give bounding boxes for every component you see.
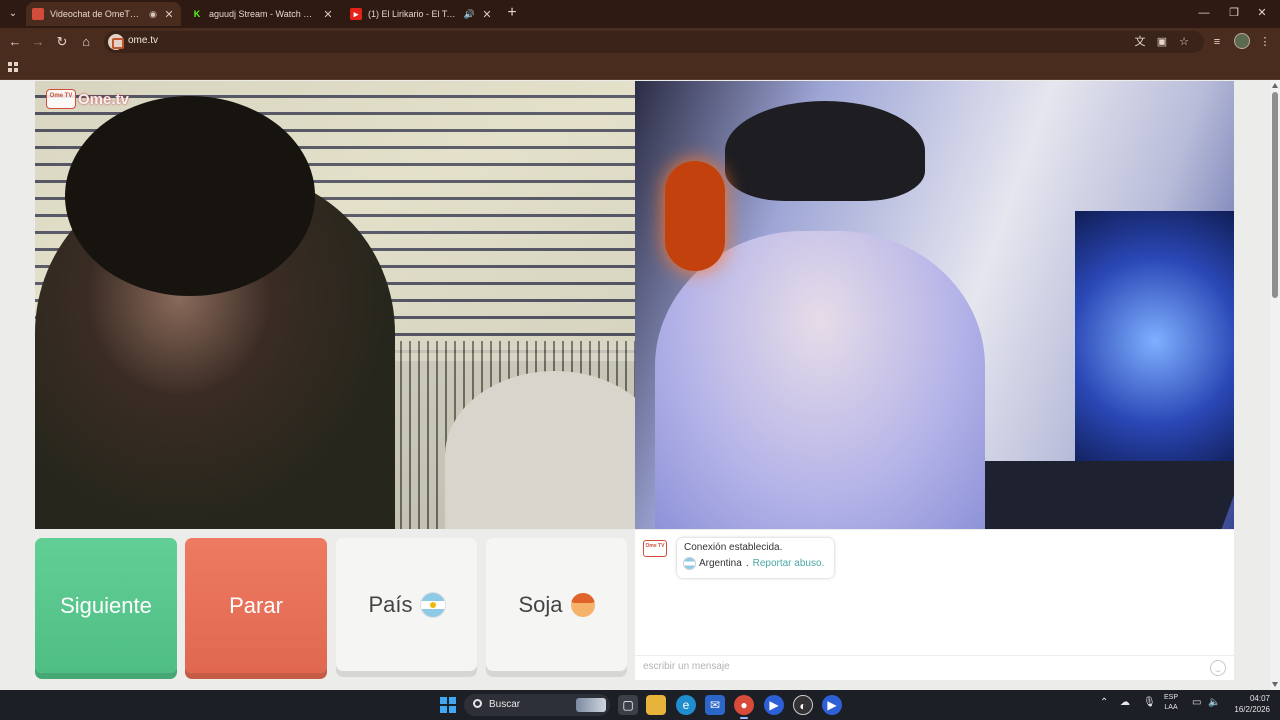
keyboard-layout: LAA [1164,704,1178,711]
obs-icon[interactable]: ◐ [793,695,813,715]
video-hair [65,96,315,296]
language-indicator[interactable]: ESP LAA [1164,693,1178,713]
edge-icon[interactable]: e [676,695,696,715]
reload-button[interactable]: ↻ [53,33,71,51]
menu-icon[interactable]: ⋮ [1256,33,1274,51]
scrollbar-thumb[interactable] [1272,92,1278,298]
home-icon[interactable]: ⌂ [77,33,95,51]
chat-panel: Ome TV Conexión establecida. Argentina .… [635,530,1234,680]
cast-icon[interactable]: ▣ [1154,34,1170,50]
ometv-chat-icon: Ome TV [643,540,667,557]
page-scrollbar[interactable] [1270,80,1280,690]
country-name: Argentina [699,558,742,569]
ometv-logo-text: Ome.tv [78,90,129,108]
apps-grid-icon[interactable] [8,62,18,72]
url-text: ome.tv [128,35,159,46]
kick-favicon-icon: K [191,8,203,20]
tab-title: (1) El Lirikario - El Toxico (Audio) [368,9,458,19]
language-code: ESP [1164,694,1179,701]
app-icon[interactable]: ▶ [764,695,784,715]
ometv-logo: Ome TV Ome.tv [46,88,129,110]
gender-button-label: Soja [518,591,563,617]
profile-avatar[interactable] [1234,33,1250,49]
emoji-icon[interactable] [1210,660,1226,676]
tray-chevron-icon[interactable]: ⌃ [1100,697,1108,708]
tab-strip: ⌄ Videochat de OmeTV: una alternativa ◉ … [0,0,1280,28]
volume-icon[interactable]: 🔈 [1208,697,1220,708]
search-highlight-image [576,698,606,712]
address-bar[interactable]: ome.tv 文 ▣ ☆ [104,31,1204,53]
next-button-label: Siguiente [60,592,152,618]
cloud-icon[interactable]: ☁ [1120,697,1130,708]
task-view-icon[interactable]: ▢ [618,695,638,715]
clock-time: 04:07 [1249,694,1270,703]
windows-taskbar: Buscar ▢ e ✉ ● ▶ ◐ ▶ ⌃ ☁ 🎙 ESP LAA ▭ 🔈 0… [0,690,1280,720]
clock-date: 16/2/2026 [1234,705,1270,714]
video-pc-glow [1075,211,1234,471]
close-window-button[interactable]: ✕ [1250,4,1274,22]
mail-icon[interactable]: ✉ [705,695,725,715]
tab-title: aguudj Stream - Watch Live on Kick [209,9,316,19]
tab-kick[interactable]: K aguudj Stream - Watch Live on Kick ✕ [185,2,340,26]
tab-title: Videochat de OmeTV: una alternativa [50,9,143,19]
translate-icon[interactable]: 文 [1132,34,1148,50]
country-button-label: País [368,591,413,617]
message-input[interactable] [643,661,1203,672]
minimize-button[interactable]: — [1192,4,1216,22]
country-line: Argentina . Reportar abuso. [684,558,827,569]
site-info-icon[interactable] [108,34,124,50]
file-explorer-icon[interactable] [646,695,666,715]
boy-emoji-icon [570,592,595,617]
stop-button-label: Parar [229,592,283,618]
tab-search-icon[interactable]: ⌄ [4,5,22,23]
connection-status: Conexión establecida. [684,542,783,553]
ometv-tv-icon: Ome TV [46,89,76,109]
video-cap [725,101,925,201]
chrome-icon[interactable]: ● [734,695,754,719]
new-tab-button[interactable]: + [503,5,521,23]
youtube-favicon-icon: ▸ [350,8,362,20]
scroll-up-icon[interactable] [1272,83,1278,88]
tab-youtube[interactable]: ▸ (1) El Lirikario - El Toxico (Audio) 🔊… [344,2,499,26]
search-icon [473,699,482,708]
video-headset [665,161,725,271]
reading-list-icon[interactable]: ≡ [1208,33,1226,51]
scroll-down-icon[interactable] [1272,682,1278,687]
video-person [655,231,985,529]
argentina-flag-icon [684,558,695,569]
separator-dot: . [745,558,749,569]
gender-button[interactable]: Soja [486,538,627,671]
stranger-video [35,81,635,529]
taskbar-search[interactable]: Buscar [464,694,610,716]
report-abuse-link[interactable]: Reportar abuso. [753,558,825,569]
chat-input-row [635,655,1234,680]
ometv-favicon-icon [32,8,44,20]
country-button[interactable]: País [336,538,477,671]
app-icon[interactable]: ▶ [822,695,842,715]
network-icon[interactable]: ▭ [1192,697,1201,708]
maximize-button[interactable]: ❐ [1222,4,1246,22]
close-tab-icon[interactable]: ✕ [163,8,175,21]
close-tab-icon[interactable]: ✕ [481,8,493,21]
browser-toolbar: ← → ↻ ⌂ ome.tv 文 ▣ ☆ ≡ ⋮ [0,28,1280,56]
back-button[interactable]: ← [6,33,24,51]
recording-icon: ◉ [149,8,157,19]
bookmarks-bar [0,56,1280,80]
forward-button[interactable]: → [29,33,47,51]
system-message: Conexión establecida. Argentina . Report… [677,538,834,578]
tab-ometv[interactable]: Videochat de OmeTV: una alternativa ◉ ✕ [26,2,181,26]
start-icon[interactable] [440,697,456,713]
next-button[interactable]: Siguiente [35,538,177,673]
clock[interactable]: 04:07 16/2/2026 [1226,693,1270,715]
argentina-flag-icon [420,592,445,617]
close-tab-icon[interactable]: ✕ [322,8,334,21]
stop-button[interactable]: Parar [185,538,327,673]
bookmark-star-icon[interactable]: ☆ [1176,34,1192,50]
taskbar-search-label: Buscar [489,699,521,710]
self-video [635,81,1234,529]
audio-playing-icon[interactable]: 🔊 [464,9,475,20]
microphone-icon[interactable]: 🎙 [1143,697,1156,708]
